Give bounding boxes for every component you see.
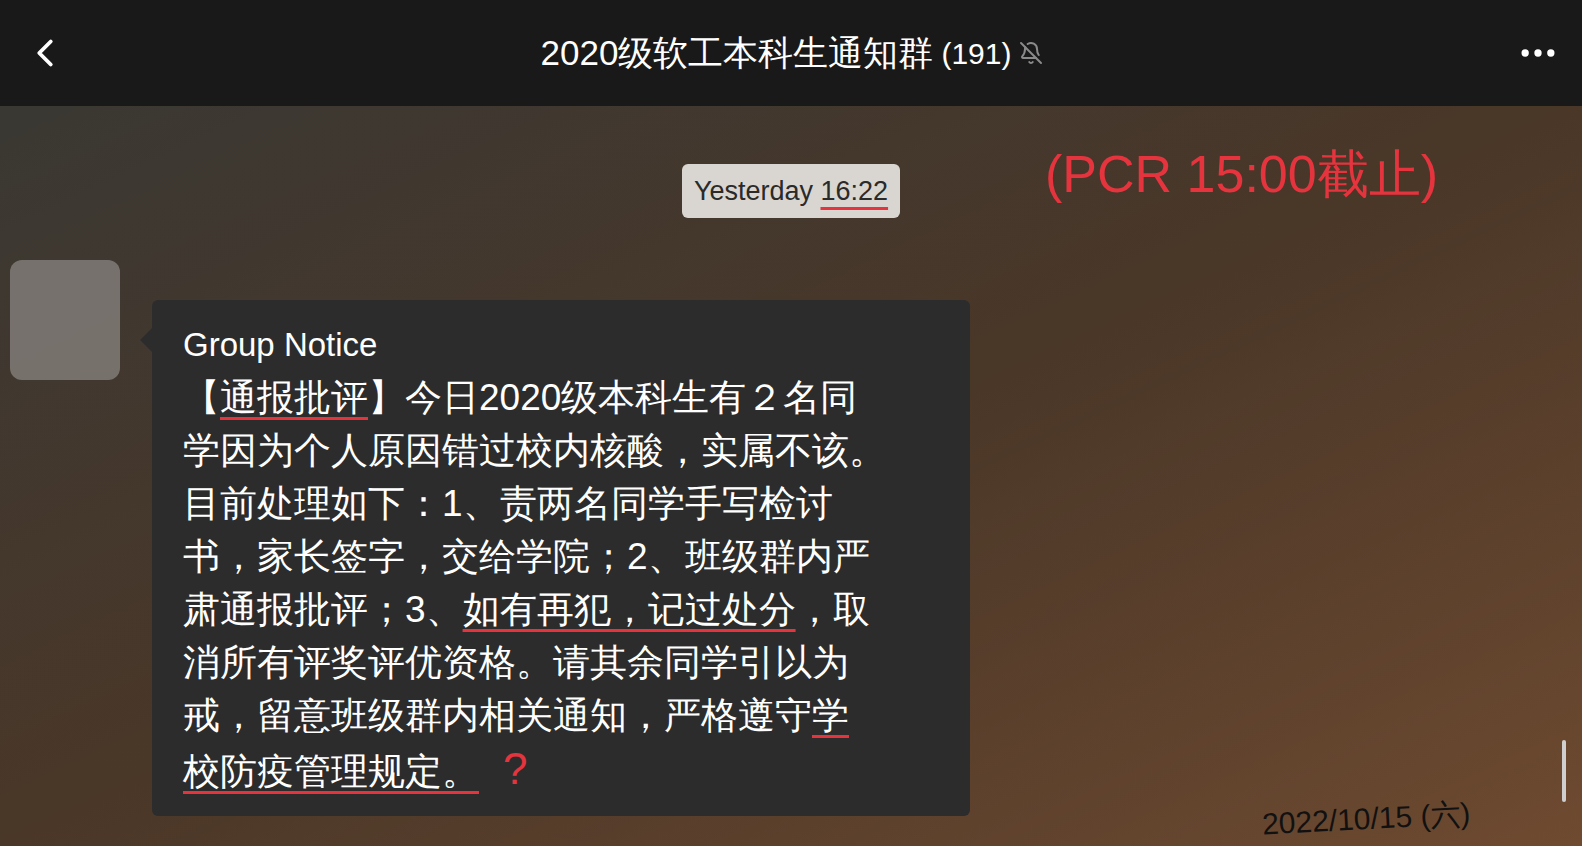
member-count: (191)	[941, 31, 1011, 76]
notice-line: 目前处理如下：1、责两名同学手写检讨	[183, 477, 939, 530]
notice-text: 书，家长签字，交给学院；2、班级群内严	[183, 536, 870, 577]
notice-text: ，取	[796, 589, 870, 630]
chat-body: Yesterday 16:22Group Notice【通报批评】今日2020级…	[0, 106, 1582, 846]
notice-text: 肃通报批评；3、	[183, 589, 463, 630]
notice-text-underlined: 校防疫管理规定。	[183, 751, 479, 792]
bubble-arrow	[140, 328, 152, 352]
notice-text: 消所有评奖评优资格。请其余同学引以为	[183, 642, 849, 683]
timestamp-text-underlined: 16:22	[821, 176, 889, 206]
notice-bubble[interactable]: Group Notice【通报批评】今日2020级本科生有２名同学因为个人原因错…	[152, 300, 970, 816]
notice-text: 【	[183, 377, 220, 418]
notice-line: 书，家长签字，交给学院；2、班级群内严	[183, 530, 939, 583]
scrollbar[interactable]	[1562, 740, 1566, 802]
mute-icon	[1019, 41, 1043, 65]
notice-text: 学因为个人原因错过校内核酸，实属不该。	[183, 430, 886, 471]
timestamp-pill: Yesterday 16:22	[682, 164, 900, 218]
date-annotation: 2022/10/15 (六)	[1261, 795, 1471, 844]
notice-line: 校防疫管理规定。?	[183, 742, 939, 798]
group-name: 2020级软工本科生通知群	[541, 27, 934, 80]
message-row: Group Notice【通报批评】今日2020级本科生有２名同学因为个人原因错…	[0, 300, 970, 816]
deadline-annotation: (PCR 15:00截止)	[1045, 142, 1438, 206]
notice-line: 学因为个人原因错过校内核酸，实属不该。	[183, 424, 939, 477]
notice-text: 戒，留意班级群内相关通知，严格遵守	[183, 695, 812, 736]
more-icon[interactable]	[1516, 31, 1560, 75]
notice-text-underlined: 通报批评	[220, 377, 368, 418]
chat-screen: 2020级软工本科生通知群(191) Yesterday 16:22 Group N…	[0, 0, 1582, 846]
notice-text-underlined: 学	[812, 695, 849, 736]
notice-text-underlined: 如有再犯，记过处分	[463, 589, 796, 630]
notice-title: Group Notice	[183, 318, 939, 371]
notice-line: 消所有评奖评优资格。请其余同学引以为	[183, 636, 939, 689]
notice-line: 戒，留意班级群内相关通知，严格遵守学	[183, 689, 939, 742]
notice-line: 肃通报批评；3、如有再犯，记过处分，取	[183, 583, 939, 636]
question-annotation: ?	[503, 744, 527, 793]
notice-text: 目前处理如下：1、责两名同学手写检讨	[183, 483, 833, 524]
title-bar: 2020级软工本科生通知群(191)	[0, 0, 1582, 106]
timestamp-text: Yesterday	[694, 176, 821, 206]
sender-avatar[interactable]	[10, 260, 120, 380]
notice-text: 】今日2020级本科生有２名同	[368, 377, 857, 418]
notice-line: 【通报批评】今日2020级本科生有２名同	[183, 371, 939, 424]
chat-title: 2020级软工本科生通知群(191)	[541, 27, 1044, 80]
back-icon[interactable]	[22, 30, 68, 76]
